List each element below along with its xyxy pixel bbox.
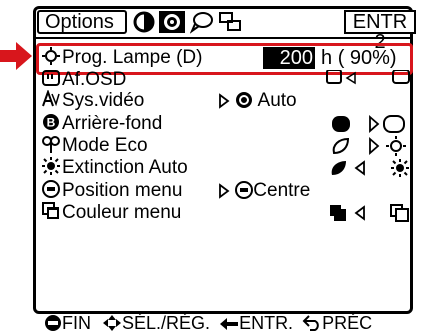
auto-icon: [236, 92, 253, 108]
menu-row-af-osd[interactable]: Af.OSD: [42, 69, 126, 87]
menu-label: Af.OSD: [62, 69, 127, 87]
speech-tab-icon[interactable]: [190, 10, 214, 34]
footer-fin: FIN: [62, 313, 91, 333]
menu-label: Arrière-fond: [62, 113, 163, 134]
tab-icon-group: [132, 10, 262, 34]
lamp-timer-icon: [42, 47, 60, 65]
menu-position-icon: [42, 180, 60, 198]
tab-separator: [36, 37, 413, 39]
menu-color-icon: [42, 202, 59, 219]
menu-row-mode-eco[interactable]: Mode Eco: [42, 135, 148, 157]
center-position-icon: [235, 181, 254, 199]
footer-prec: PRÉC: [322, 313, 373, 333]
sys-video-value[interactable]: Auto: [218, 90, 297, 112]
lamp-unit: h: [321, 47, 333, 69]
menu-label: Prog. Lampe (D): [62, 47, 203, 68]
auto-off-setting-icons: [331, 160, 365, 176]
tab-entr2[interactable]: ENTR 2: [344, 10, 416, 52]
menu-row-sys-video[interactable]: Sys.vidéo: [42, 90, 144, 112]
osd-off-icon: [392, 70, 410, 84]
osd-icon: [42, 70, 60, 86]
auto-off-option-icon: [391, 159, 409, 177]
osd-setting-icons: [326, 70, 356, 85]
network-tab-icon[interactable]: [218, 10, 242, 34]
lamp-hours-value: 200: [263, 47, 315, 69]
lamp-percent: ( 90%): [337, 47, 397, 69]
return-icon: [302, 315, 319, 331]
display-tab-icon[interactable]: [132, 10, 156, 34]
position-menu-value[interactable]: Centre: [218, 180, 310, 202]
background-icon: B: [43, 114, 59, 130]
menu-label: Sys.vidéo: [62, 90, 145, 111]
menu-label: Position menu: [62, 180, 183, 201]
menu-row-position-menu[interactable]: Position menu: [42, 180, 182, 202]
enter-arrow-icon: [220, 318, 239, 330]
eco-leaf-icon: [332, 137, 350, 155]
menu-row-arriere-fond[interactable]: B Arrière-fond: [42, 113, 162, 135]
svg-text:B: B: [47, 116, 56, 130]
menu-color-setting-icons: [330, 205, 365, 221]
menu-row-couleur-menu[interactable]: Couleur menu: [42, 202, 181, 224]
eco-mode-icon: [42, 136, 60, 153]
video-system-icon: [42, 90, 60, 107]
footer-entr: ENTR.: [239, 313, 294, 333]
position-menu-label: Centre: [253, 180, 311, 201]
dpad-icon: [103, 315, 122, 331]
menu-color-option-icon: [390, 204, 409, 222]
eco-option-icons: [369, 136, 406, 156]
background-option-icons: [369, 115, 405, 133]
background-setting-icon: [332, 116, 350, 132]
tab-options[interactable]: Options: [37, 10, 127, 34]
lamp-hours-unit: h ( 90%): [321, 47, 397, 69]
menu-button-icon: [45, 315, 61, 331]
menu-label: Mode Eco: [62, 135, 148, 156]
menu-row-extinction-auto[interactable]: Extinction Auto: [42, 157, 188, 179]
sys-video-label: Auto: [257, 90, 297, 111]
selection-pointer-arrow-icon: [0, 42, 32, 70]
auto-power-off-icon: [42, 157, 60, 175]
arrow-right-icon: [219, 183, 230, 199]
menu-label: Extinction Auto: [62, 157, 188, 178]
footer-sel: SÉL./RÉG.: [122, 313, 211, 333]
arrow-right-icon: [219, 93, 230, 109]
menu-row-prog-lampe[interactable]: Prog. Lampe (D): [42, 47, 202, 69]
menu-label: Couleur menu: [62, 202, 182, 223]
options-tab-icon-selected[interactable]: [158, 10, 186, 34]
footer-help-bar: FIN SÉL./RÉG. ENTR. PRÉC: [44, 313, 416, 333]
